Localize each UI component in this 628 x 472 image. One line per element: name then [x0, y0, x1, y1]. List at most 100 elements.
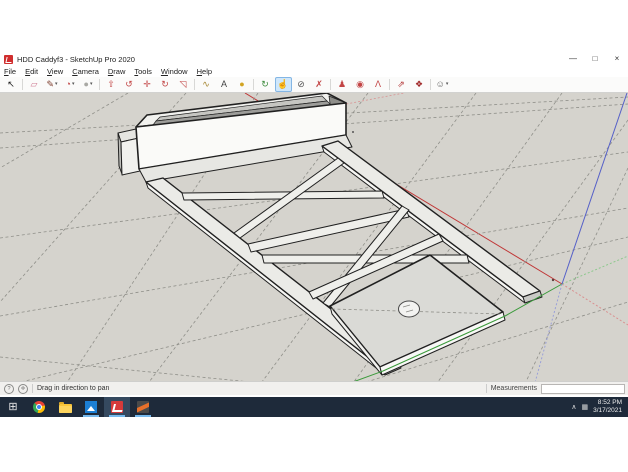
paint-bucket-tool[interactable]: ● [234, 77, 251, 92]
sketchup-icon [111, 401, 123, 413]
share-model-button-icon: ⇗ [397, 79, 405, 89]
viewport-3d[interactable] [0, 92, 628, 391]
dropdown-arrow-icon[interactable]: ▾ [55, 78, 58, 91]
photos[interactable] [78, 397, 104, 417]
pushpull-tool-icon: ⇧ [107, 79, 115, 89]
taskbar-apps: ⊞ [0, 397, 156, 417]
eraser-tool-icon: ▱ [30, 79, 38, 89]
menu-file[interactable]: File [4, 67, 16, 76]
toolbar-separator [389, 79, 390, 90]
rotate-tool[interactable]: ↻ [157, 77, 174, 92]
dropdown-arrow-icon[interactable]: ▾ [446, 78, 449, 91]
pan-tool-icon: ☝ [277, 79, 289, 89]
scale-tool-icon: ◹ [179, 79, 187, 89]
position-camera-tool[interactable]: ♟ [334, 77, 351, 92]
menu-view[interactable]: View [47, 67, 63, 76]
zoom-extents-tool[interactable]: ✗ [311, 77, 328, 92]
maximize-button[interactable]: □ [584, 52, 606, 66]
divider [485, 384, 487, 393]
window-title: HDD Caddyf3 - SketchUp Pro 2020 [17, 54, 135, 64]
text-tool-icon: A [220, 79, 227, 89]
chrome[interactable] [26, 397, 52, 417]
pushpull-tool[interactable]: ⇧ [103, 77, 120, 92]
status-hint: Drag in direction to pan [37, 385, 110, 392]
menu-edit[interactable]: Edit [25, 67, 38, 76]
slicer[interactable] [130, 397, 156, 417]
menu-help[interactable]: Help [197, 67, 212, 76]
walk-tool-icon: Λ [374, 79, 381, 89]
offset-tool-icon: ↺ [125, 79, 133, 89]
warehouse-button-icon: ❖ [414, 79, 424, 89]
line-tool-icon: ✎ [46, 79, 55, 89]
offset-tool[interactable]: ↺ [121, 77, 138, 92]
toolbar-separator [430, 79, 431, 90]
toolbar-separator [253, 79, 254, 90]
taskbar-clock[interactable]: 8:52 PM 3/17/2021 [593, 399, 622, 415]
clock-date: 3/17/2021 [593, 407, 622, 414]
walk-tool[interactable]: Λ [370, 77, 387, 92]
measurements-input[interactable] [541, 383, 625, 394]
tray-status-icon[interactable]: ▦ [581, 403, 588, 411]
account-button-icon: ☺ [435, 79, 445, 89]
text-tool[interactable]: A [216, 77, 233, 92]
rotate-tool-icon: ↻ [161, 79, 169, 89]
select-tool[interactable]: ↖ [3, 77, 20, 92]
dropdown-arrow-icon[interactable]: ▾ [90, 78, 93, 91]
tray-expand-icon[interactable]: ∧ [571, 403, 576, 411]
orbit-tool-icon: ↻ [261, 79, 269, 89]
move-tool-icon: ✛ [143, 79, 151, 89]
look-around-tool[interactable]: ◉ [352, 77, 369, 92]
look-around-tool-icon: ◉ [356, 79, 364, 89]
menu-window[interactable]: Window [161, 67, 188, 76]
move-tool[interactable]: ✛ [139, 77, 156, 92]
running-indicator [135, 415, 151, 417]
tape-measure-tool[interactable]: ∿ [198, 77, 215, 92]
clock-time: 8:52 PM [597, 399, 622, 406]
scale-tool[interactable]: ◹ [175, 77, 192, 92]
eraser-tool[interactable]: ▱ [26, 77, 43, 92]
line-tool[interactable]: ✎ ▾ [44, 77, 61, 92]
share-model-button[interactable]: ⇗ [393, 77, 410, 92]
status-bar: ? ✛ Drag in direction to pan Measurements [0, 381, 628, 395]
help-icon[interactable]: ? [4, 383, 14, 394]
toolbar-separator [99, 79, 100, 90]
pan-tool[interactable]: ☝ [274, 77, 292, 92]
menu-draw[interactable]: Draw [108, 67, 126, 76]
blue-axis [561, 92, 628, 285]
start-button[interactable]: ⊞ [0, 397, 26, 417]
arc-tool-icon: ◔ [65, 79, 71, 89]
shapes-tool[interactable]: ● ▾ [80, 77, 97, 92]
guide-point [352, 131, 354, 133]
slicer-icon [137, 401, 149, 413]
green-axis-negative [561, 255, 628, 285]
minimize-button[interactable]: — [562, 52, 584, 66]
tape-measure-tool-icon: ∿ [202, 79, 210, 89]
file-explorer[interactable] [52, 397, 78, 417]
zoom-tool[interactable]: ⊘ [293, 77, 310, 92]
screen: HDD Caddyf3 - SketchUp Pro 2020 — □ × Fi… [0, 0, 628, 472]
menu-bar: File Edit View Camera Draw Tools Window Help [0, 66, 628, 77]
zoom-tool-icon: ⊘ [297, 79, 305, 89]
arc-tool[interactable]: ◔ ▾ [62, 77, 79, 92]
dropdown-arrow-icon[interactable]: ▾ [72, 78, 75, 91]
sketchup-window: HDD Caddyf3 - SketchUp Pro 2020 — □ × Fi… [0, 52, 628, 395]
account-button[interactable]: ☺ ▾ [434, 77, 451, 92]
menu-camera[interactable]: Camera [72, 67, 99, 76]
running-indicator [109, 415, 125, 417]
position-camera-tool-icon: ♟ [337, 79, 347, 89]
divider [32, 384, 33, 393]
warehouse-button[interactable]: ❖ [411, 77, 428, 92]
running-indicator [83, 415, 99, 417]
toolbar-separator [22, 79, 23, 90]
menu-tools[interactable]: Tools [134, 67, 152, 76]
title-bar: HDD Caddyf3 - SketchUp Pro 2020 — □ × [0, 52, 628, 66]
sketchup[interactable] [104, 397, 130, 417]
orbit-tool[interactable]: ↻ [257, 77, 274, 92]
close-button[interactable]: × [606, 52, 628, 66]
file-explorer-icon [58, 401, 72, 413]
sketchup-logo-icon [4, 54, 13, 64]
photos-icon [85, 401, 97, 413]
start-button-icon: ⊞ [8, 401, 18, 413]
geolocate-icon[interactable]: ✛ [18, 383, 28, 394]
toolbar-separator [330, 79, 331, 90]
